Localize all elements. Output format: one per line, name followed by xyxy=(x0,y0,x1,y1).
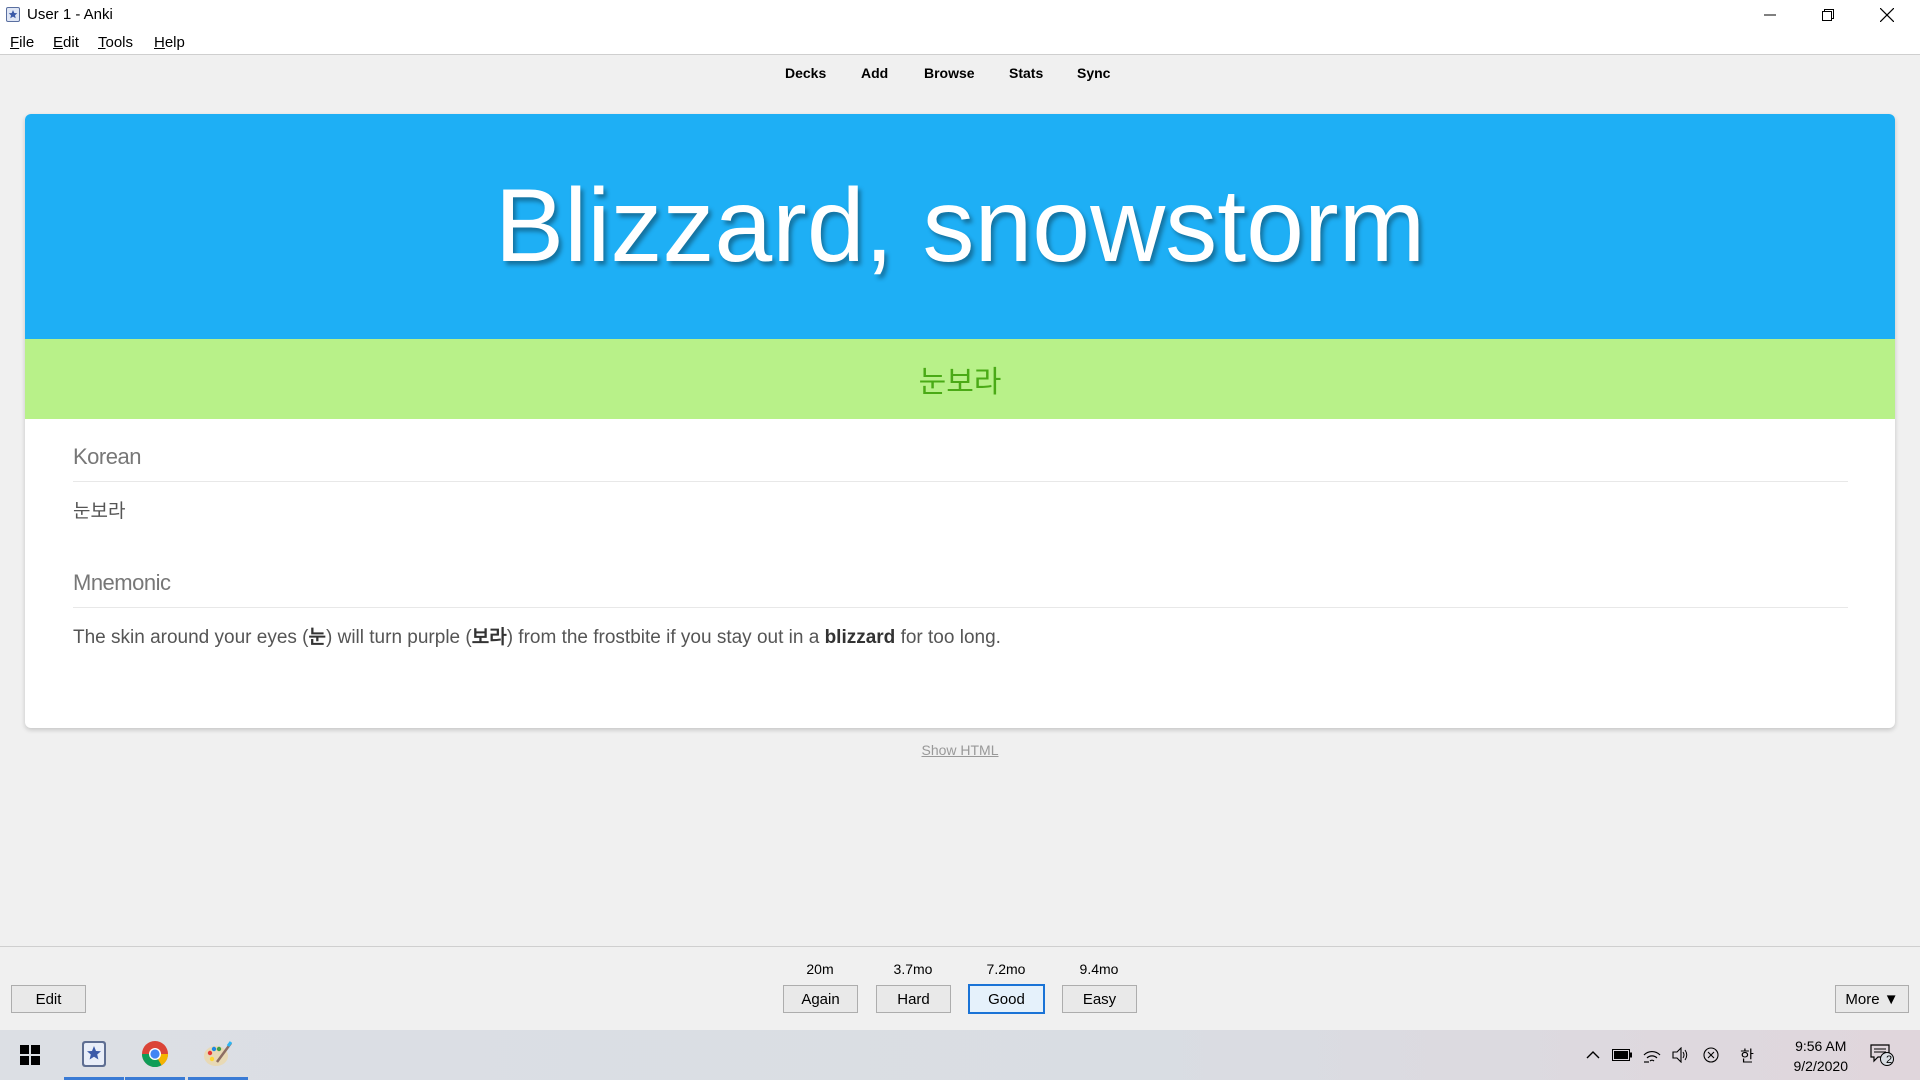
tray-status[interactable] xyxy=(1697,1030,1725,1080)
good-button[interactable]: Good xyxy=(968,984,1045,1014)
toolbar-sync[interactable]: Sync xyxy=(1077,65,1110,81)
toolbar-browse[interactable]: Browse xyxy=(924,65,975,81)
taskbar-chrome[interactable] xyxy=(125,1030,185,1080)
card-front-text: Blizzard, snowstorm xyxy=(494,168,1426,284)
clock-time: 9:56 AM xyxy=(1795,1038,1847,1054)
close-button[interactable] xyxy=(1858,0,1916,30)
restore-button[interactable] xyxy=(1799,0,1857,30)
hard-button[interactable]: Hard xyxy=(876,985,951,1013)
wifi-icon xyxy=(1643,1051,1661,1063)
action-center-button[interactable]: 2 xyxy=(1862,1030,1902,1080)
show-html-link: Show HTML xyxy=(0,742,1920,758)
notification-count: 2 xyxy=(1886,1054,1893,1066)
mnemonic-part: for too long. xyxy=(895,627,1001,648)
interval-easy: 9.4mo xyxy=(1079,961,1119,977)
main-toolbar: Decks Add Browse Stats Sync xyxy=(0,56,1920,88)
clock-date: 9/2/2020 xyxy=(1793,1058,1849,1074)
edit-button[interactable]: Edit xyxy=(11,985,86,1013)
paint-icon xyxy=(204,1040,233,1066)
restore-icon xyxy=(1822,9,1834,21)
anki-icon xyxy=(82,1040,106,1067)
mnemonic-part: ) will turn purple ( xyxy=(326,627,472,648)
close-icon xyxy=(1880,8,1894,22)
start-button[interactable] xyxy=(0,1030,60,1080)
menu-tools-label: ools xyxy=(105,34,134,51)
again-button[interactable]: Again xyxy=(783,985,858,1013)
interval-again: 20m xyxy=(806,961,834,977)
minimize-button[interactable] xyxy=(1741,0,1799,30)
menu-help-label: elp xyxy=(164,34,185,51)
card-answer-text: 눈보라 xyxy=(918,365,1002,400)
mnemonic-bold: 눈 xyxy=(308,627,326,648)
windows-taskbar: 한 9:56 AM 9/2/2020 2 xyxy=(0,1030,1920,1080)
mnemonic-part: The skin around your eyes ( xyxy=(73,627,309,648)
taskbar-anki[interactable] xyxy=(64,1030,124,1080)
menu-bar: File Edit Tools Help xyxy=(0,30,1920,55)
window-title: User 1 - Anki xyxy=(27,6,113,23)
ime-indicator[interactable]: 한 xyxy=(1733,1030,1761,1080)
toolbar-stats[interactable]: Stats xyxy=(1009,65,1043,81)
mnemonic-text: The skin around your eyes (눈) will turn … xyxy=(73,622,1001,649)
menu-file[interactable]: File xyxy=(10,34,34,51)
menu-file-label: ile xyxy=(19,34,35,51)
tray-battery[interactable] xyxy=(1608,1030,1636,1080)
taskbar-paint[interactable] xyxy=(188,1030,248,1080)
menu-edit-accel: E xyxy=(53,34,64,51)
anki-star-icon xyxy=(6,7,20,22)
card-answer-band: 눈보라 xyxy=(25,339,1895,419)
tray-network[interactable] xyxy=(1638,1030,1666,1080)
volume-icon xyxy=(1672,1047,1688,1063)
menu-tools[interactable]: Tools xyxy=(98,34,133,51)
menu-edit-label: dit xyxy=(63,34,79,51)
chevron-up-icon xyxy=(1586,1051,1600,1059)
tray-volume[interactable] xyxy=(1667,1030,1695,1080)
mnemonic-part: ) from the frostbite if you stay out in … xyxy=(506,627,825,648)
taskbar-clock[interactable]: 9:56 AM 9/2/2020 xyxy=(1794,1036,1849,1076)
mnemonic-heading: Mnemonic xyxy=(73,570,171,595)
mnemonic-bold: blizzard xyxy=(824,627,896,648)
chrome-icon xyxy=(141,1040,169,1067)
review-card: Blizzard, snowstorm 눈보라 Korean 눈보라 Mnemo… xyxy=(25,114,1895,728)
card-front: Blizzard, snowstorm xyxy=(25,114,1895,339)
toolbar-decks[interactable]: Decks xyxy=(785,65,826,81)
battery-icon xyxy=(1612,1049,1632,1061)
blocked-icon xyxy=(1703,1047,1719,1063)
menu-tools-accel: T xyxy=(98,34,106,51)
minimize-icon xyxy=(1764,14,1776,16)
windows-start-icon xyxy=(20,1045,40,1065)
title-bar: User 1 - Anki xyxy=(0,0,1920,30)
mnemonic-divider xyxy=(73,607,1848,608)
answer-bar: Edit 20m 3.7mo 7.2mo 9.4mo Again Hard Go… xyxy=(0,946,1920,1030)
show-html-label[interactable]: Show HTML xyxy=(921,742,998,758)
toolbar-add[interactable]: Add xyxy=(861,65,888,81)
interval-good: 7.2mo xyxy=(986,961,1026,977)
interval-hard: 3.7mo xyxy=(893,961,933,977)
korean-heading: Korean xyxy=(73,444,141,469)
easy-button[interactable]: Easy xyxy=(1062,985,1137,1013)
menu-file-accel: F xyxy=(10,34,20,51)
menu-edit[interactable]: Edit xyxy=(53,34,79,51)
more-button[interactable]: More ▼ xyxy=(1835,985,1909,1013)
menu-help-accel: H xyxy=(154,34,165,51)
tray-overflow[interactable] xyxy=(1580,1030,1606,1080)
korean-value: 눈보라 xyxy=(73,500,126,522)
korean-divider xyxy=(73,481,1848,482)
menu-help[interactable]: Help xyxy=(154,34,185,51)
mnemonic-bold: 보라 xyxy=(471,627,507,648)
